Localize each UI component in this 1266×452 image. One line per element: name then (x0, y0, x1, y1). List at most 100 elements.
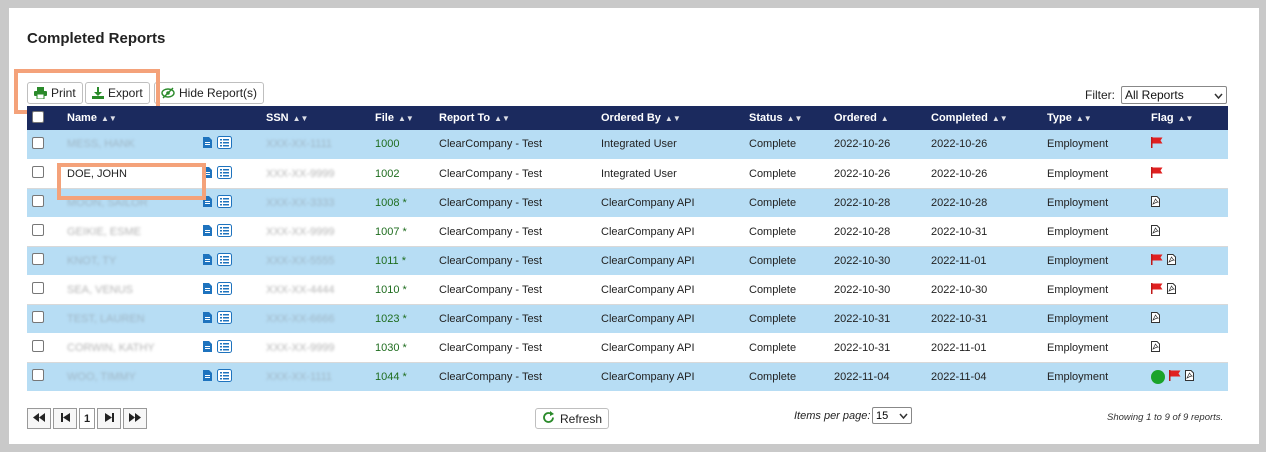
select-all-checkbox[interactable] (32, 110, 44, 123)
row-checkbox[interactable] (32, 136, 44, 149)
red-flag-icon[interactable] (1169, 369, 1181, 384)
prev-page-button[interactable] (53, 408, 77, 429)
col-flag[interactable]: Flag ▲▼ (1151, 106, 1228, 130)
first-page-button[interactable] (27, 408, 51, 429)
table-row[interactable]: KNOT, TY XXX-XX-5555 1011 * ClearCompany - … (27, 246, 1228, 275)
red-flag-icon[interactable] (1151, 282, 1163, 297)
pdf-icon[interactable] (1151, 195, 1160, 210)
document-icon[interactable] (203, 369, 212, 384)
items-per-page-select[interactable]: 15 (872, 407, 912, 424)
list-icon[interactable] (217, 223, 232, 240)
file-cell[interactable]: 1002 (375, 159, 439, 188)
document-icon[interactable] (203, 137, 212, 151)
page-number[interactable]: 1 (79, 408, 96, 429)
items-per-page-label: Items per page: (794, 410, 871, 422)
pdf-icon[interactable] (1151, 340, 1160, 355)
name-cell[interactable]: KNOT, TY (67, 246, 203, 275)
table-row[interactable]: MOON, SAILOR XXX-XX-3333 1008 * ClearCompan… (27, 188, 1228, 217)
name-cell[interactable]: WOO, TIMMY (67, 362, 203, 391)
list-icon[interactable] (217, 281, 232, 298)
col-report-to[interactable]: Report To ▲▼ (439, 106, 601, 130)
ordered-cell: 2022-10-30 (834, 254, 891, 267)
row-checkbox[interactable] (32, 340, 44, 352)
ordered-by-cell: ClearCompany API (601, 254, 695, 267)
name-cell[interactable]: MESS, HANK (67, 130, 203, 159)
row-checkbox[interactable] (32, 369, 44, 381)
filter-label: Filter: (1085, 88, 1115, 102)
ssn-cell: XXX-XX-1111 (266, 138, 333, 151)
row-checkbox[interactable] (32, 311, 44, 323)
document-icon[interactable] (203, 224, 212, 239)
table-row[interactable]: GEIKIE, ESME XXX-XX-9999 1007 * ClearCompan… (27, 217, 1228, 246)
document-icon[interactable] (203, 253, 212, 268)
completed-cell: 2022-11-01 (931, 254, 987, 267)
table-row[interactable]: DOE, JOHN XXX-XX-9999 1002 ClearCompany - T… (27, 159, 1228, 188)
ordered-cell: 2022-10-31 (834, 312, 891, 325)
pdf-icon[interactable] (1151, 311, 1160, 326)
file-cell[interactable]: 1007 * (375, 217, 439, 246)
ordered-by-cell: ClearCompany API (601, 196, 695, 209)
name-cell[interactable]: SEA, VENUS (67, 275, 203, 304)
ssn-cell: XXX-XX-9999 (266, 341, 335, 354)
file-cell[interactable]: 1044 * (375, 362, 439, 391)
col-ordered-by[interactable]: Ordered By ▲▼ (601, 106, 749, 130)
row-checkbox[interactable] (32, 253, 44, 265)
document-icon[interactable] (203, 311, 212, 326)
file-cell[interactable]: 1011 * (375, 246, 439, 275)
col-status[interactable]: Status ▲▼ (749, 106, 834, 130)
col-file[interactable]: File ▲▼ (375, 106, 439, 130)
col-completed[interactable]: Completed ▲▼ (931, 106, 1047, 130)
ordered-cell: 2022-10-31 (834, 341, 891, 354)
sort-icon: ▲▼ (397, 114, 414, 123)
pdf-icon[interactable] (1167, 282, 1176, 297)
status-cell: Complete (749, 138, 797, 151)
last-page-button[interactable] (123, 408, 148, 429)
next-page-button[interactable] (97, 408, 122, 429)
list-icon[interactable] (217, 165, 232, 182)
row-checkbox[interactable] (32, 195, 44, 207)
row-checkbox[interactable] (32, 224, 44, 236)
row-checkbox[interactable] (32, 282, 44, 294)
row-checkbox[interactable] (32, 166, 44, 178)
sort-icon: ▲▼ (494, 114, 510, 123)
file-cell[interactable]: 1008 * (375, 188, 439, 217)
table-row[interactable]: SEA, VENUS XXX-XX-4444 1010 * ClearCompany … (27, 275, 1228, 304)
document-icon[interactable] (203, 340, 212, 355)
refresh-button[interactable]: Refresh (535, 408, 610, 429)
list-icon[interactable] (217, 339, 232, 356)
name-cell[interactable]: CORWIN, KATHY (67, 333, 203, 362)
type-cell: Employment (1047, 138, 1109, 151)
pdf-icon[interactable] (1151, 224, 1160, 239)
pdf-icon[interactable] (1185, 369, 1194, 384)
list-icon[interactable] (217, 310, 232, 327)
table-row[interactable]: WOO, TIMMY XXX-XX-1111 1044 * ClearCompany … (27, 362, 1228, 391)
red-flag-icon[interactable] (1151, 166, 1163, 181)
report-to-cell: ClearCompany - Test (439, 225, 543, 238)
table-row[interactable]: CORWIN, KATHY XXX-XX-9999 1030 * ClearCompa… (27, 333, 1228, 362)
file-cell[interactable]: 1030 * (375, 333, 439, 362)
name-cell[interactable]: TEST, LAUREN (67, 304, 203, 333)
list-icon[interactable] (217, 136, 232, 152)
file-cell[interactable]: 1010 * (375, 275, 439, 304)
file-cell[interactable]: 1023 * (375, 304, 439, 333)
list-icon[interactable] (217, 252, 232, 269)
list-icon[interactable] (217, 194, 232, 211)
filter-select[interactable]: All Reports (1121, 86, 1227, 104)
eye-slash-icon (161, 87, 175, 99)
status-cell: Complete (749, 341, 797, 354)
list-icon[interactable] (217, 368, 232, 385)
col-ordered[interactable]: Ordered ▲ (834, 106, 931, 130)
hide-reports-button[interactable]: Hide Report(s) (154, 82, 265, 104)
col-ssn[interactable]: SSN ▲▼ (266, 106, 375, 130)
red-flag-icon[interactable] (1151, 137, 1163, 151)
file-cell[interactable]: 1000 (375, 130, 439, 159)
sort-icon: ▲▼ (786, 114, 803, 123)
pdf-icon[interactable] (1167, 253, 1176, 268)
col-type[interactable]: Type ▲▼ (1047, 106, 1151, 130)
name-cell[interactable]: GEIKIE, ESME (67, 217, 203, 246)
table-row[interactable]: MESS, HANK XXX-XX-1111 1000 ClearCompany - … (27, 130, 1228, 159)
col-name[interactable]: Name ▲▼ (67, 106, 203, 130)
table-row[interactable]: TEST, LAUREN XXX-XX-6666 1023 * ClearCompan… (27, 304, 1228, 333)
document-icon[interactable] (203, 282, 212, 297)
red-flag-icon[interactable] (1151, 253, 1163, 268)
